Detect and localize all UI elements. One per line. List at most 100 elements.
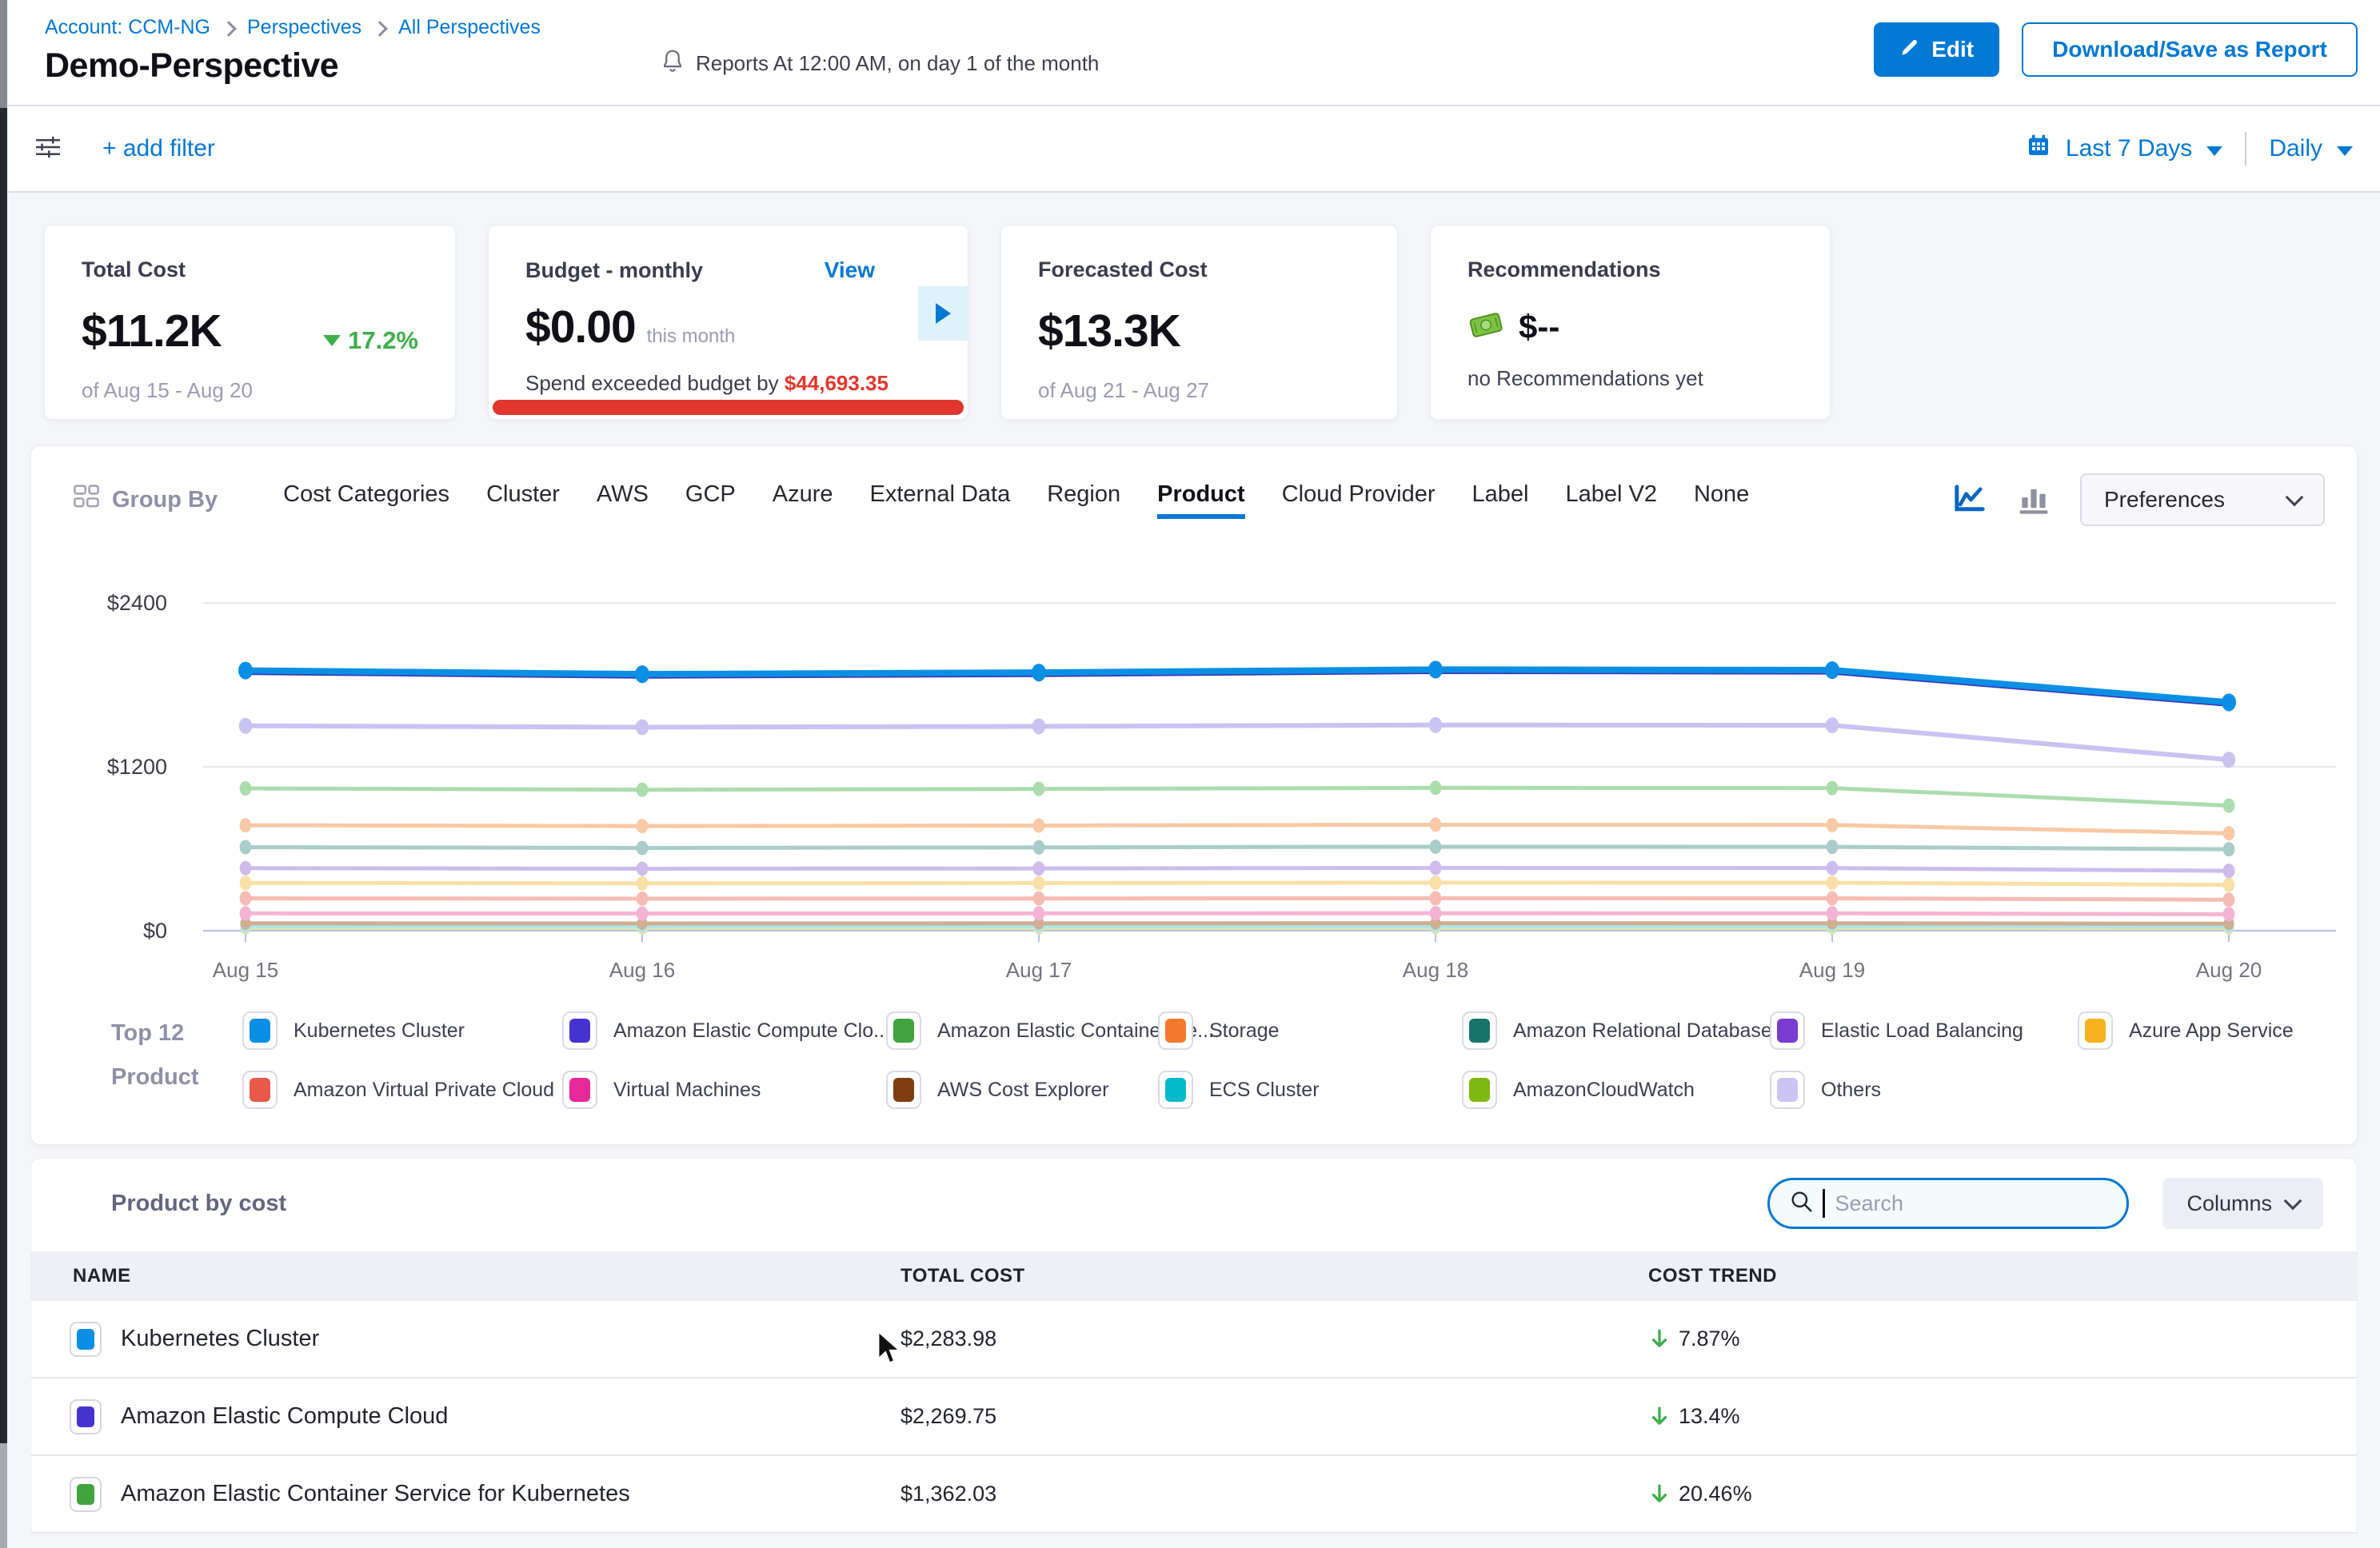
ccm-perspective-screen: Account: CCM-NG Perspectives All Perspecti…	[0, 0, 2380, 1548]
report-schedule-text: Reports At 12:00 AM, on day 1 of the mon…	[696, 51, 1099, 76]
groupby-tab-cluster[interactable]: Cluster	[486, 481, 560, 519]
groupby-tab-azure[interactable]: Azure	[773, 481, 833, 519]
legend-items: Kubernetes Cluster Amazon Elastic Comput…	[242, 1011, 2325, 1109]
budget-exceeded-amount: $44,693.35	[785, 371, 889, 395]
chart-panel: Group By Cost Categories Cluster AWS GCP Azu…	[30, 445, 2358, 1145]
add-filter-button[interactable]: + add filter	[102, 135, 215, 162]
legend-item: Amazon Elastic Compute Clo...	[562, 1011, 886, 1050]
groupby-tab-gcp[interactable]: GCP	[685, 481, 736, 519]
line-chart-toggle-icon[interactable]	[1952, 482, 1987, 517]
legend-swatch	[1158, 1011, 1193, 1050]
report-schedule: Reports At 12:00 AM, on day 1 of the mon…	[661, 48, 1099, 98]
breadcrumb-link[interactable]: All Perspectives	[398, 16, 541, 39]
legend-item: Amazon Relational Database ...	[1462, 1011, 1770, 1050]
cost-trend-chart[interactable]: $0$1200$2400Aug 15Aug 16Aug 17Aug 18Aug …	[31, 539, 2357, 1007]
preferences-select[interactable]: Preferences	[2080, 473, 2325, 526]
legend-label: ECS Cluster	[1209, 1079, 1320, 1102]
card-title: Total Cost	[82, 257, 418, 282]
legend-title: Top 12 Product	[73, 1011, 242, 1109]
groupby-tab-cloud-provider[interactable]: Cloud Provider	[1282, 481, 1436, 519]
edit-button[interactable]: Edit	[1874, 22, 1999, 77]
total-cost-card: Total Cost $11.2K 17.2% of Aug 15 - Aug …	[44, 225, 456, 420]
legend-item: Amazon Elastic Container Se...	[886, 1011, 1158, 1050]
legend-label: Kubernetes Cluster	[294, 1019, 465, 1043]
money-icon	[1468, 306, 1504, 347]
legend-label: Amazon Elastic Compute Clo...	[613, 1019, 890, 1043]
filter-sliders-icon[interactable]	[32, 131, 64, 167]
chevron-down-icon	[2337, 146, 2353, 156]
legend-label: Others	[1821, 1079, 1881, 1102]
legend-item: Azure App Service	[2078, 1011, 2325, 1050]
budget-exceeded-text: Spend exceeded budget by $44,693.35	[525, 371, 931, 396]
search-icon	[1789, 1189, 1815, 1219]
legend-swatch	[886, 1071, 921, 1109]
row-color-swatch	[70, 1477, 102, 1512]
svg-text:$0: $0	[143, 919, 167, 943]
recommendations-note: no Recommendations yet	[1468, 366, 1793, 391]
group-by-row: Group By Cost Categories Cluster AWS GCP Azu…	[31, 446, 2357, 539]
legend-swatch	[242, 1011, 278, 1050]
table-row[interactable]: Kubernetes Cluster $2,283.98 7.87%	[31, 1301, 2357, 1378]
row-total-cost: $1,362.03	[900, 1482, 1648, 1506]
legend-swatch	[1770, 1071, 1805, 1109]
groupby-tab-none[interactable]: None	[1694, 481, 1749, 519]
calendar-icon	[2026, 133, 2051, 165]
collapsed-nav-edge	[0, 0, 7, 1548]
groupby-tab-label[interactable]: Label	[1472, 481, 1529, 519]
legend-swatch	[886, 1011, 921, 1050]
column-header-name: NAME	[31, 1265, 900, 1287]
granularity-select[interactable]: Daily	[2269, 135, 2322, 162]
table-row[interactable]: Amazon Elastic Container Service for Kub…	[31, 1456, 2357, 1534]
breadcrumb-link[interactable]: Account: CCM-NG	[45, 16, 210, 39]
svg-text:Aug 19: Aug 19	[1799, 958, 1865, 982]
columns-button[interactable]: Columns	[2162, 1178, 2323, 1229]
budget-value-note: this month	[647, 325, 736, 348]
svg-text:$1200: $1200	[107, 755, 167, 779]
row-cost-trend: 20.46%	[1648, 1482, 2357, 1506]
row-name: Amazon Elastic Container Service for Kub…	[121, 1481, 630, 1507]
triangle-down-icon	[323, 335, 341, 346]
groupby-tab-external-data[interactable]: External Data	[870, 481, 1011, 519]
table-row[interactable]: Amazon Elastic Compute Cloud $2,269.75 1…	[31, 1378, 2357, 1456]
breadcrumb: Account: CCM-NG Perspectives All Perspecti…	[45, 16, 541, 39]
legend-swatch	[1462, 1011, 1497, 1050]
budget-view-link[interactable]: View	[825, 257, 875, 283]
legend-item: Elastic Load Balancing	[1770, 1011, 2078, 1050]
budget-card: Budget - monthly View $0.00 this month S…	[488, 225, 968, 420]
svg-text:Aug 17: Aug 17	[1006, 958, 1072, 982]
card-title: Recommendations	[1468, 257, 1793, 282]
legend-label: Azure App Service	[2129, 1019, 2294, 1043]
groupby-tab-region[interactable]: Region	[1047, 481, 1120, 519]
group-by-label: Group By	[73, 483, 218, 517]
groupby-tab-product[interactable]: Product	[1157, 481, 1245, 519]
column-header-cost-trend: COST TREND	[1648, 1265, 2357, 1287]
arrow-down-icon	[1648, 1482, 1671, 1506]
card-title: Budget - monthly	[525, 258, 703, 283]
row-color-swatch	[70, 1322, 102, 1357]
recommendations-savings-value: $--	[1519, 308, 1559, 346]
groupby-tab-aws[interactable]: AWS	[597, 481, 649, 519]
date-range-select[interactable]: Last 7 Days	[2066, 135, 2192, 162]
chevron-right-icon	[221, 21, 237, 37]
budget-expand-button[interactable]	[918, 286, 968, 341]
groupby-tab-cost-categories[interactable]: Cost Categories	[283, 481, 449, 519]
total-cost-value: $11.2K	[82, 305, 222, 357]
card-title: Forecasted Cost	[1038, 257, 1360, 282]
cost-line-chart: $0$1200$2400Aug 15Aug 16Aug 17Aug 18Aug …	[31, 539, 2357, 1003]
recommendations-card: Recommendations $-- no Recommendations y…	[1430, 225, 1831, 420]
row-cost-trend: 13.4%	[1648, 1404, 2357, 1429]
row-total-cost: $2,269.75	[900, 1404, 1648, 1429]
chevron-down-icon	[2286, 488, 2304, 506]
breadcrumb-link[interactable]: Perspectives	[247, 16, 361, 39]
download-save-report-button[interactable]: Download/Save as Report	[2022, 22, 2358, 77]
bar-chart-toggle-icon[interactable]	[2016, 482, 2051, 517]
legend-label: Storage	[1209, 1019, 1280, 1043]
search-input[interactable]	[1833, 1191, 2107, 1217]
grid-icon	[73, 483, 100, 517]
legend-item: Virtual Machines	[562, 1071, 886, 1109]
legend-item: Amazon Virtual Private Cloud	[242, 1071, 562, 1109]
cost-delta: 17.2%	[323, 326, 418, 355]
groupby-tab-label-v2[interactable]: Label V2	[1565, 481, 1657, 519]
legend-item: ECS Cluster	[1158, 1071, 1462, 1109]
arrow-down-icon	[1648, 1327, 1671, 1351]
